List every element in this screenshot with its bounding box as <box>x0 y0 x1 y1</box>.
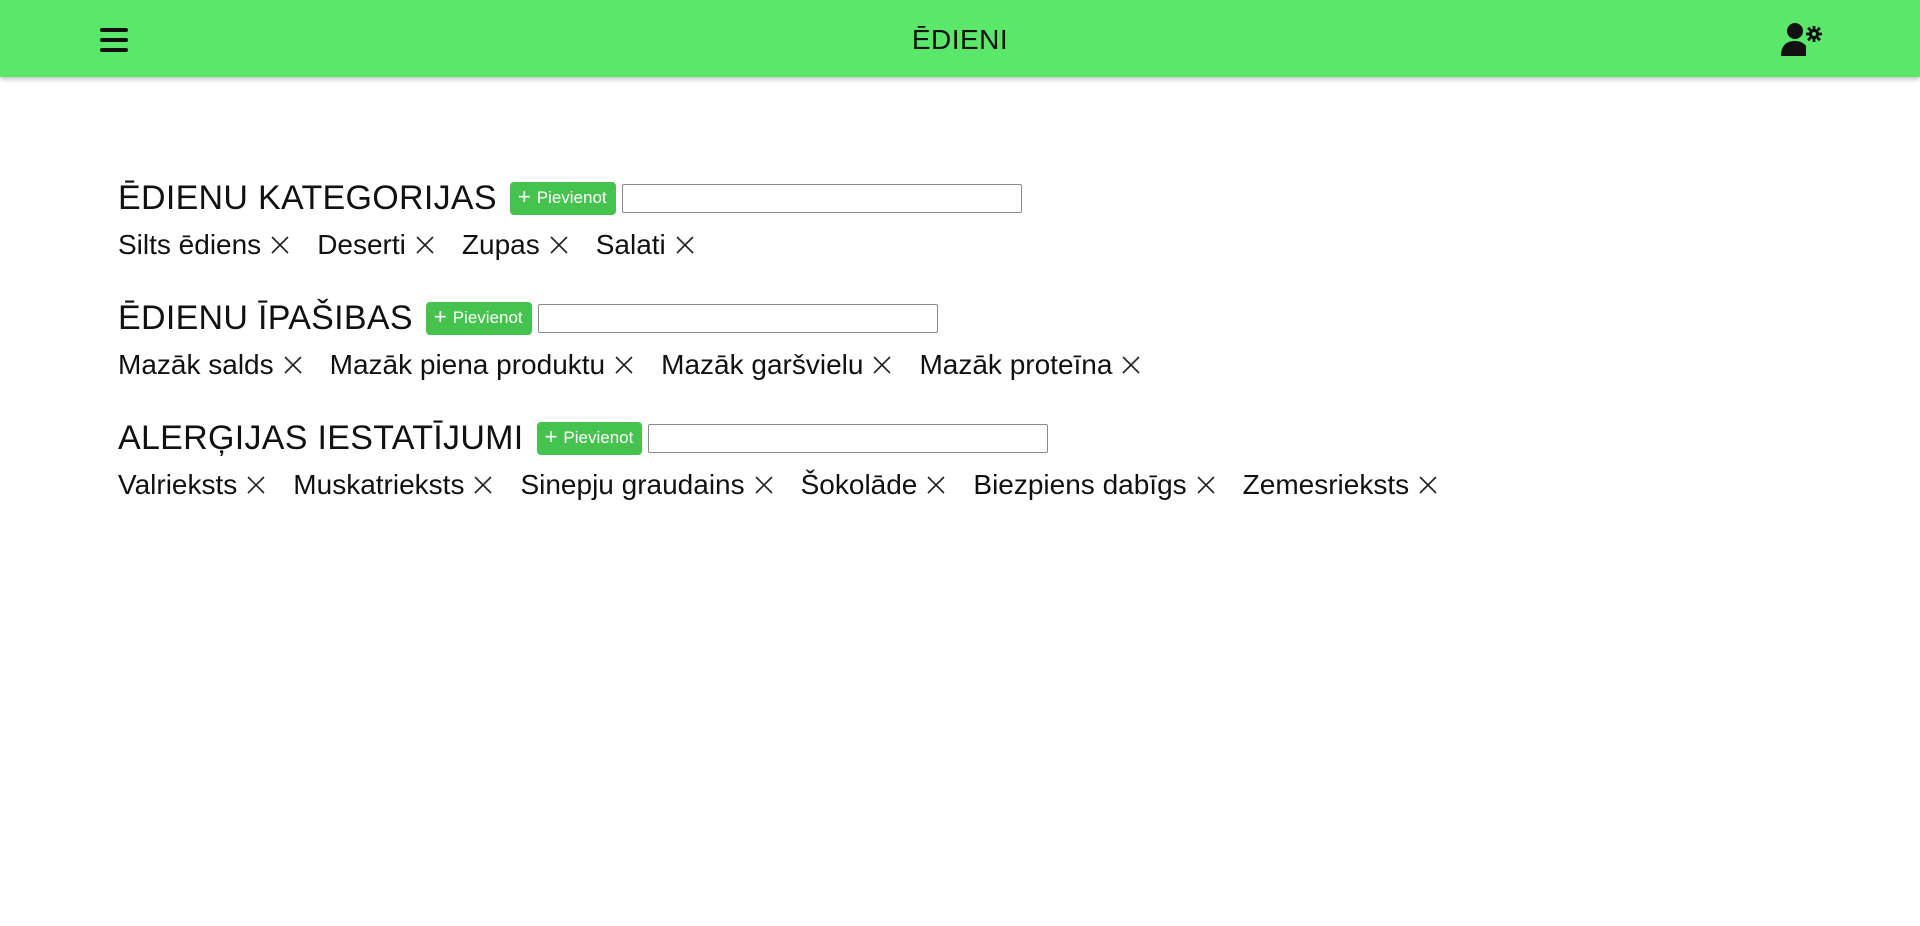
user-settings-icon <box>1781 23 1822 56</box>
tag-label: Mazāk garšvielu <box>661 349 864 380</box>
tag-item: Mazāk proteīna <box>919 349 1142 381</box>
tag-list: Mazāk salds Mazāk piena produktu Mazāk g… <box>118 345 1818 385</box>
tag-item: Šokolāde <box>801 469 948 501</box>
tag-item: Silts ēdiens <box>118 229 291 261</box>
tag-label: Šokolāde <box>800 469 918 500</box>
tag-item: Mazāk salds <box>118 349 304 381</box>
remove-icon[interactable] <box>282 354 304 376</box>
tag-item: Sinepju graudains <box>520 469 774 501</box>
section-title: ĒDIENU KATEGORIJAS <box>118 178 497 217</box>
tag-label: Zemesrieksts <box>1242 469 1410 500</box>
section-categories: ĒDIENU KATEGORIJAS + Pievienot Silts ēdi… <box>118 175 1818 265</box>
tag-label: Sinepju graudains <box>520 469 745 500</box>
tag-item: Muskatrieksts <box>293 469 494 501</box>
tag-label: Valrieksts <box>118 469 238 500</box>
plus-icon: + <box>433 304 447 329</box>
remove-icon[interactable] <box>245 474 267 496</box>
remove-icon[interactable] <box>871 354 893 376</box>
tag-label: Mazāk salds <box>118 349 274 380</box>
add-category-button[interactable]: + Pievienot <box>509 181 616 215</box>
section-header: ĒDIENU ĪPAŠIBAS + Pievienot <box>118 295 1818 341</box>
section-title: ALERĢIJAS IESTATĪJUMI <box>118 418 524 457</box>
add-property-button[interactable]: + Pievienot <box>425 301 532 335</box>
allergy-input[interactable] <box>648 423 1049 453</box>
tag-list: Silts ēdiens Deserti Zupas Salati <box>118 225 1818 265</box>
tag-item: Salati <box>596 229 696 261</box>
tag-label: Deserti <box>317 229 406 260</box>
top-app-bar: ĒDIENI <box>0 0 1920 77</box>
tag-label: Silts ēdiens <box>118 229 262 260</box>
tag-label: Biezpiens dabīgs <box>973 469 1187 500</box>
add-allergy-button[interactable]: + Pievienot <box>536 421 643 455</box>
remove-icon[interactable] <box>674 234 696 256</box>
add-button-label: Pievienot <box>563 428 634 447</box>
property-input[interactable] <box>537 303 938 333</box>
remove-icon[interactable] <box>1417 474 1439 496</box>
section-title: ĒDIENU ĪPAŠIBAS <box>118 298 413 337</box>
settings-content: ĒDIENU KATEGORIJAS + Pievienot Silts ēdi… <box>118 175 1818 535</box>
tag-item: Valrieksts <box>118 469 267 501</box>
tag-label: Zupas <box>461 229 540 260</box>
remove-icon[interactable] <box>269 234 291 256</box>
remove-icon[interactable] <box>925 474 947 496</box>
remove-icon[interactable] <box>753 474 775 496</box>
page-title: ĒDIENI <box>911 24 1009 55</box>
remove-icon[interactable] <box>414 234 436 256</box>
section-header: ĒDIENU KATEGORIJAS + Pievienot <box>118 175 1818 221</box>
tag-item: Zupas <box>462 229 570 261</box>
remove-icon[interactable] <box>1195 474 1217 496</box>
section-allergies: ALERĢIJAS IESTATĪJUMI + Pievienot Valrie… <box>118 415 1818 505</box>
plus-icon: + <box>544 424 558 449</box>
tag-label: Salati <box>595 229 666 260</box>
remove-icon[interactable] <box>472 474 494 496</box>
tag-list: Valrieksts Muskatrieksts Sinepju graudai… <box>118 465 1818 505</box>
menu-button[interactable] <box>96 22 136 58</box>
tag-label: Mazāk piena produktu <box>329 349 606 380</box>
add-button-label: Pievienot <box>452 308 523 327</box>
hamburger-menu-icon <box>100 28 128 52</box>
section-properties: ĒDIENU ĪPAŠIBAS + Pievienot Mazāk salds … <box>118 295 1818 385</box>
tag-item: Zemesrieksts <box>1243 469 1439 501</box>
remove-icon[interactable] <box>613 354 635 376</box>
tag-item: Deserti <box>317 229 436 261</box>
tag-item: Mazāk piena produktu <box>330 349 636 381</box>
user-settings-button[interactable] <box>1780 18 1826 60</box>
tag-label: Mazāk proteīna <box>919 349 1113 380</box>
tag-item: Biezpiens dabīgs <box>973 469 1216 501</box>
remove-icon[interactable] <box>1120 354 1142 376</box>
section-header: ALERĢIJAS IESTATĪJUMI + Pievienot <box>118 415 1818 461</box>
tag-item: Mazāk garšvielu <box>661 349 893 381</box>
category-input[interactable] <box>621 183 1022 213</box>
plus-icon: + <box>517 184 531 209</box>
remove-icon[interactable] <box>548 234 570 256</box>
tag-label: Muskatrieksts <box>293 469 465 500</box>
add-button-label: Pievienot <box>536 188 607 207</box>
